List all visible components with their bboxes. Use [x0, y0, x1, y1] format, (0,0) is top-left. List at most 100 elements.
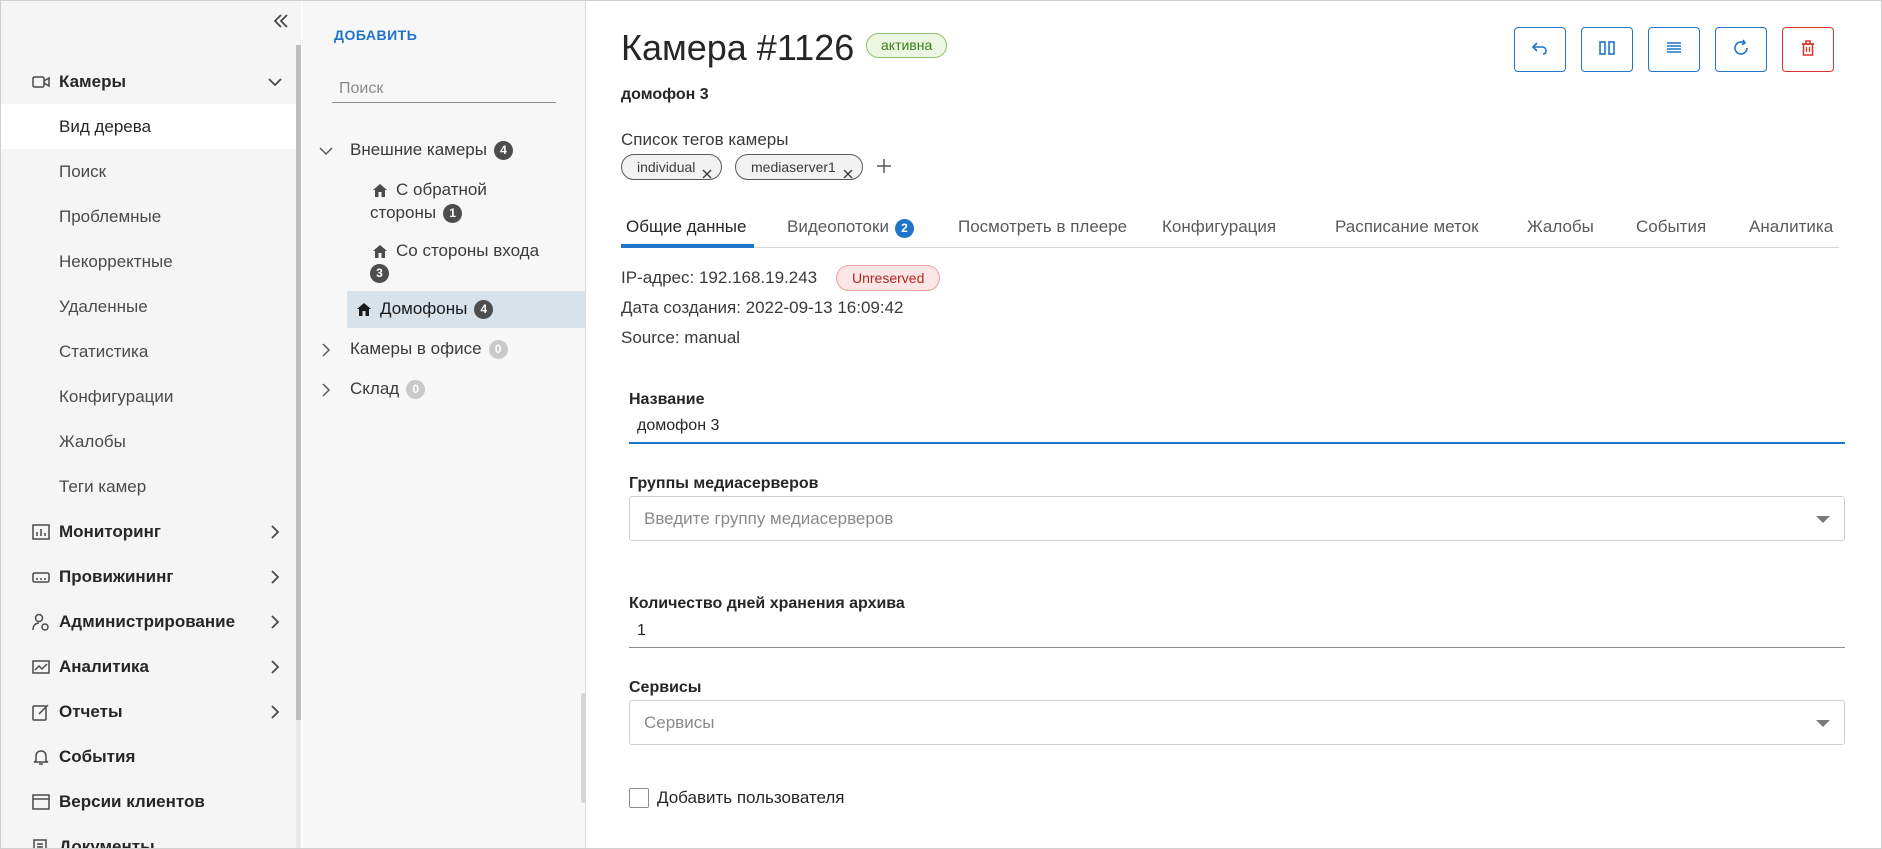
tab-configuration[interactable]: Конфигурация: [1162, 217, 1276, 237]
tree-node-label: С обратной: [396, 180, 487, 199]
sidebar-subitem-search[interactable]: Поиск: [1, 149, 296, 194]
tree-node-external-cameras[interactable]: Внешние камеры 4: [350, 140, 513, 160]
archive-days-input[interactable]: [629, 614, 1845, 648]
sidebar-subitem-camera-tags[interactable]: Теги камер: [1, 464, 296, 509]
sidebar-subitem-complaints[interactable]: Жалобы: [1, 419, 296, 464]
add-user-checkbox[interactable]: [629, 788, 649, 808]
sidebar-item-documents[interactable]: Документы: [1, 824, 296, 849]
sidebar-subitem-label: Теги камер: [59, 476, 147, 496]
sidebar-subitem-configurations[interactable]: Конфигурации: [1, 374, 296, 419]
page-title: Камера #1126: [621, 27, 855, 68]
chevron-right-icon: [265, 657, 285, 677]
sidebar-item-label: Отчеты: [59, 701, 123, 721]
services-label: Сервисы: [629, 679, 702, 696]
plus-icon[interactable]: [875, 157, 893, 175]
app-window: Камеры Вид дерева Поиск Проблемные Некор…: [0, 0, 1882, 849]
tree-node-label: стороны: [370, 203, 437, 222]
close-icon[interactable]: [843, 162, 853, 179]
close-icon[interactable]: [702, 162, 712, 179]
sidebar-item-administration[interactable]: Администрирование: [1, 599, 296, 644]
name-label: Название: [629, 391, 705, 408]
tree-node-back-side-line2[interactable]: стороны 1: [370, 203, 463, 223]
chevron-right-icon[interactable]: [318, 382, 334, 398]
camera-detail: Камера #1126 активна домофон 3 Список те…: [587, 1, 1881, 848]
tab-player[interactable]: Посмотреть в плеере: [958, 217, 1127, 237]
caret-down-icon: [1816, 720, 1830, 727]
tree-node-intercoms[interactable]: Домофоны 4: [356, 299, 494, 319]
services-select[interactable]: Сервисы: [629, 700, 1845, 745]
name-input[interactable]: [629, 410, 1845, 444]
media-groups-select[interactable]: Введите группу медиасерверов: [629, 496, 1845, 541]
sidebar-item-label: Аналитика: [59, 656, 149, 676]
tab-analytics[interactable]: Аналитика: [1749, 217, 1833, 237]
tag-label: mediaserver1: [751, 159, 836, 175]
sidebar-item-provisioning[interactable]: Провижининг: [1, 554, 296, 599]
camera-subtitle: домофон 3: [621, 86, 709, 103]
tree-node-office-cameras[interactable]: Камеры в офисе 0: [350, 339, 508, 359]
caret-down-icon: [1816, 516, 1830, 523]
select-placeholder: Сервисы: [644, 712, 715, 732]
tags-label: Список тегов камеры: [621, 130, 789, 149]
tree-node-entrance-side[interactable]: Со стороны входа: [372, 241, 539, 261]
collapse-sidebar-icon[interactable]: [269, 9, 293, 33]
tree-node-back-side[interactable]: С обратной: [372, 180, 487, 200]
admin-icon: [31, 612, 51, 632]
tree-node-entrance-side-count: 3: [370, 264, 389, 283]
tree-node-label: Домофоны: [380, 299, 468, 318]
sidebar-subitem-label: Статистика: [59, 341, 149, 361]
refresh-icon: [1731, 38, 1751, 61]
tree-node-label: Камеры в офисе: [350, 339, 482, 358]
chevron-down-icon: [265, 72, 285, 92]
refresh-button[interactable]: [1715, 27, 1767, 72]
sidebar-item-events[interactable]: События: [1, 734, 296, 779]
tab-general[interactable]: Общие данные: [626, 217, 746, 237]
count-badge: 1: [443, 203, 463, 223]
sidebar-subitem-problematic[interactable]: Проблемные: [1, 194, 296, 239]
sidebar-subitem-deleted[interactable]: Удаленные: [1, 284, 296, 329]
tag-chip[interactable]: individual: [621, 154, 723, 180]
undo-icon: [1530, 38, 1550, 61]
list-icon: [1664, 38, 1684, 61]
sidebar-subitem-tree-view[interactable]: Вид дерева: [1, 104, 296, 149]
sidebar-item-cameras[interactable]: Камеры: [1, 59, 296, 104]
camera-tree-panel: ДОБАВИТЬ Внешние камеры 4 С обратной сто…: [302, 1, 586, 848]
list-view-button[interactable]: [1648, 27, 1700, 72]
sidebar-item-analytics[interactable]: Аналитика: [1, 644, 296, 689]
home-icon: [372, 182, 388, 198]
sidebar-item-label: Камеры: [59, 71, 126, 91]
tree-node-label: Внешние камеры: [350, 140, 487, 159]
status-badge: активна: [866, 33, 948, 58]
tab-label: Видеопотоки: [787, 217, 889, 236]
analytics-icon: [31, 657, 51, 677]
tree-node-warehouse[interactable]: Склад 0: [350, 379, 426, 399]
tab-events[interactable]: События: [1636, 217, 1706, 237]
sidebar-subitem-label: Вид дерева: [59, 116, 152, 136]
delete-button[interactable]: [1782, 27, 1834, 72]
ip-address: IP-адрес: 192.168.19.243: [621, 268, 818, 287]
add-user-label: Добавить пользователя: [657, 788, 845, 807]
sidebar-item-label: Документы: [59, 836, 155, 849]
sidebar-item-monitoring[interactable]: Мониторинг: [1, 509, 296, 554]
add-button[interactable]: ДОБАВИТЬ: [334, 27, 417, 43]
tag-chip[interactable]: mediaserver1: [735, 154, 863, 180]
tab-marker-schedule[interactable]: Расписание меток: [1335, 217, 1479, 237]
sidebar-subitem-label: Некорректные: [59, 251, 173, 271]
tab-complaints[interactable]: Жалобы: [1527, 217, 1594, 237]
chevron-right-icon[interactable]: [318, 342, 334, 358]
tab-video-streams[interactable]: Видеопотоки 2: [787, 217, 914, 238]
ip-status-badge: Unreserved: [836, 265, 941, 291]
sidebar-item-label: Администрирование: [59, 611, 236, 631]
undo-button[interactable]: [1514, 27, 1566, 72]
sidebar-subitem-statistics[interactable]: Статистика: [1, 329, 296, 374]
count-badge: 4: [474, 299, 494, 319]
tree-scrollbar-thumb[interactable]: [581, 693, 586, 803]
sidebar-item-client-versions[interactable]: Версии клиентов: [1, 779, 296, 824]
sidebar-scrollbar-thumb[interactable]: [296, 45, 301, 720]
sidebar-item-reports[interactable]: Отчеты: [1, 689, 296, 734]
tree-search-input[interactable]: [332, 75, 556, 103]
sidebar-subitem-incorrect[interactable]: Некорректные: [1, 239, 296, 284]
columns-view-button[interactable]: [1581, 27, 1633, 72]
monitoring-icon: [31, 522, 51, 542]
chevron-down-icon[interactable]: [318, 143, 334, 159]
tab-bar: Общие данные Видеопотоки 2 Посмотреть в п…: [621, 207, 1839, 248]
